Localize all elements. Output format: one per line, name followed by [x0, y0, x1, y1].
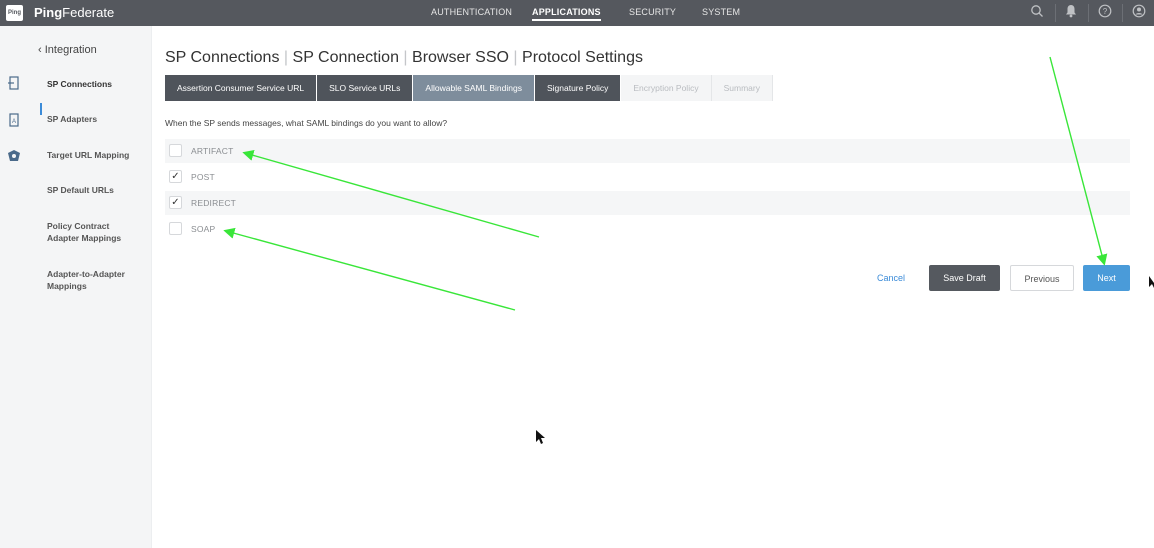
sidebar-item-adapter-to-adapter-mappings[interactable]: Adapter-to-Adapter Mappings — [47, 268, 137, 292]
breadcrumb-browser-sso: Browser SSO — [412, 49, 509, 66]
nav-security[interactable]: SECURITY — [629, 7, 676, 17]
nav-system[interactable]: SYSTEM — [702, 7, 740, 17]
page-title: SP Connections | SP Connection | Browser… — [165, 49, 643, 67]
adapter-icon[interactable]: A — [6, 113, 22, 129]
brand-rest: Federate — [62, 5, 115, 20]
binding-label-redirect: REDIRECT — [191, 198, 237, 208]
active-indicator — [40, 103, 42, 115]
binding-label-artifact: ARTIFACT — [191, 146, 234, 156]
previous-button[interactable]: Previous — [1010, 265, 1074, 291]
checkmark-icon: ✓ — [171, 171, 180, 182]
search-icon[interactable] — [1029, 4, 1045, 20]
cancel-button[interactable]: Cancel — [870, 265, 912, 291]
top-divider — [1088, 4, 1089, 22]
soap-checkbox[interactable] — [169, 222, 182, 235]
breadcrumb-protocol-settings: Protocol Settings — [522, 49, 643, 66]
ping-logo-icon: Ping — [6, 5, 23, 21]
top-divider — [1055, 4, 1056, 22]
svg-text:A: A — [12, 119, 16, 125]
binding-row-artifact: ARTIFACT — [165, 139, 1130, 163]
user-icon[interactable] — [1131, 4, 1147, 20]
tab-slo-service-urls[interactable]: SLO Service URLs — [317, 75, 414, 101]
binding-row-soap: SOAP — [165, 217, 1130, 241]
cursor-icon — [536, 430, 545, 444]
artifact-checkbox[interactable] — [169, 144, 182, 157]
post-checkbox[interactable]: ✓ — [169, 170, 182, 183]
binding-label-post: POST — [191, 172, 215, 182]
nav-authentication[interactable]: AUTHENTICATION — [431, 7, 512, 17]
redirect-checkbox[interactable]: ✓ — [169, 196, 182, 209]
sidebar-back-label: Integration — [44, 44, 97, 56]
svg-text:?: ? — [1103, 7, 1108, 16]
help-icon[interactable]: ? — [1097, 4, 1113, 20]
brand-bold: Ping — [34, 5, 63, 20]
sidebar-item-policy-contract-adapter-mappings[interactable]: Policy Contract Adapter Mappings — [47, 220, 137, 244]
checkmark-icon: ✓ — [171, 197, 180, 208]
cursor-icon — [1149, 276, 1154, 288]
breadcrumb-divider: | — [513, 49, 523, 66]
save-draft-button[interactable]: Save Draft — [929, 265, 1000, 291]
binding-row-redirect: ✓ REDIRECT — [165, 191, 1130, 215]
top-bar: Ping PingFederate AUTHENTICATION APPLICA… — [0, 0, 1154, 26]
sidebar: ‹ Integration SP Connections SP Adapters… — [28, 26, 152, 548]
tab-signature-policy[interactable]: Signature Policy — [534, 75, 622, 101]
wizard-tabs: Assertion Consumer Service URL SLO Servi… — [165, 75, 773, 101]
breadcrumb-divider: | — [283, 49, 293, 66]
binding-label-soap: SOAP — [191, 224, 216, 234]
sidebar-back-link[interactable]: ‹ Integration — [38, 44, 97, 56]
top-divider — [1122, 4, 1123, 22]
tab-assertion-consumer-service-url[interactable]: Assertion Consumer Service URL — [165, 75, 318, 101]
nav-applications[interactable]: APPLICATIONS — [532, 7, 601, 21]
tab-summary: Summary — [711, 75, 773, 101]
breadcrumb-divider: | — [403, 49, 413, 66]
sidebar-item-sp-connections[interactable]: SP Connections — [47, 78, 147, 90]
breadcrumb-sp-connection: SP Connection — [292, 49, 399, 66]
sp-connection-icon[interactable] — [6, 76, 22, 92]
bell-icon[interactable] — [1063, 4, 1079, 20]
breadcrumb-sp-connections: SP Connections — [165, 49, 280, 66]
sidebar-item-sp-default-urls[interactable]: SP Default URLs — [47, 184, 147, 196]
bindings-question: When the SP sends messages, what SAML bi… — [165, 118, 448, 128]
next-button[interactable]: Next — [1083, 265, 1130, 291]
binding-row-post: ✓ POST — [165, 165, 1130, 189]
sidebar-item-sp-adapters[interactable]: SP Adapters — [47, 113, 147, 125]
tab-encryption-policy: Encryption Policy — [621, 75, 712, 101]
sidebar-item-target-url-mapping[interactable]: Target URL Mapping — [47, 149, 147, 161]
chevron-left-icon: ‹ — [38, 44, 45, 56]
badge-icon[interactable] — [6, 149, 22, 165]
product-name[interactable]: PingFederate — [34, 5, 114, 20]
annotation-arrow-soap — [223, 227, 516, 311]
tab-allowable-saml-bindings[interactable]: Allowable SAML Bindings — [413, 75, 535, 101]
icon-rail: A — [0, 26, 28, 548]
